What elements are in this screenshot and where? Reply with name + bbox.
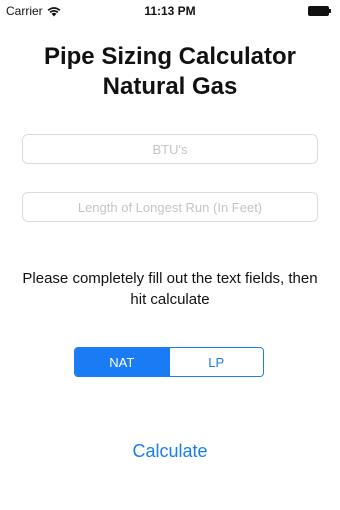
length-input[interactable] [22,192,318,222]
title-line-1: Pipe Sizing Calculator [43,43,297,70]
segment-lp[interactable]: LP [168,348,263,376]
instructions-text: Please completely fill out the text fiel… [22,270,318,308]
segment-nat[interactable]: NAT [75,348,169,376]
btu-input[interactable] [22,134,318,164]
status-time: 11:13 PM [144,4,196,18]
gas-type-segmented-control[interactable]: NAT LP [74,347,264,377]
calculate-button[interactable]: Calculate [0,441,340,462]
battery-icon [308,6,331,16]
status-bar: Carrier 11:13 PM [0,0,340,22]
title-line-2: Natural Gas [102,73,238,100]
page-title: Pipe Sizing Calculator Natural Gas [0,42,340,102]
